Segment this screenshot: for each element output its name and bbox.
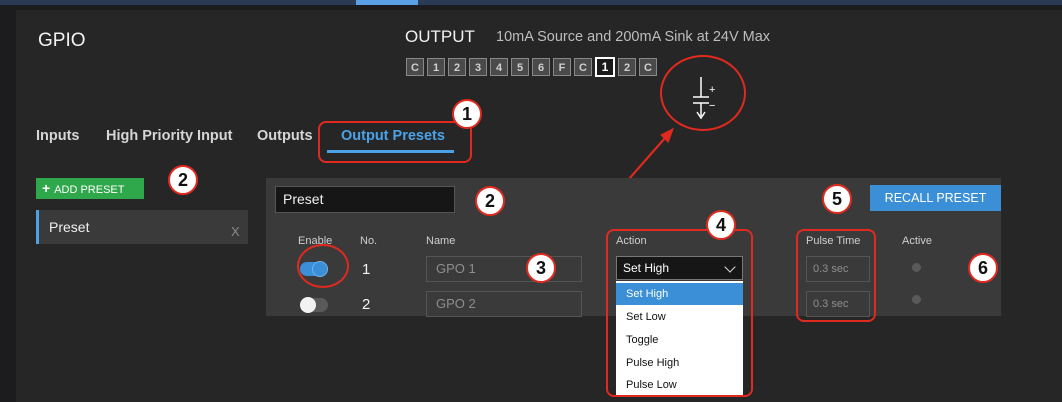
output-polarity-icon [693,77,709,120]
row-number-1: 1 [362,261,371,278]
callout-badge-2-sidebar: 2 [168,165,198,195]
add-preset-label: ADD PRESET [54,184,125,196]
callout-badge-6: 6 [968,253,998,283]
enable-toggle-2[interactable] [300,297,328,313]
callout-ring-action [606,229,753,397]
gpo-name-input-2[interactable]: GPO 2 [426,291,582,317]
add-preset-button[interactable]: + ADD PRESET [36,178,144,199]
active-indicator-1 [912,263,921,272]
tab-inputs[interactable]: Inputs [36,128,80,144]
minus-label: − [709,100,715,112]
plus-label: + [709,84,715,96]
active-indicator-2 [912,295,921,304]
callout-badge-1: 1 [452,99,482,129]
remove-preset-button[interactable]: X [231,224,240,239]
callout-badge-5: 5 [822,184,852,214]
column-no: No. [360,235,378,247]
recall-preset-button[interactable]: RECALL PRESET [870,185,1001,211]
callout-ring-tab [318,121,472,163]
column-active: Active [902,235,932,247]
tab-high-priority-input[interactable]: High Priority Input [106,128,232,144]
column-name: Name [426,235,456,247]
callout-badge-4: 4 [706,210,736,240]
callout-badge-3: 3 [526,253,556,283]
tab-outputs[interactable]: Outputs [257,128,313,144]
toggle-knob [300,297,316,313]
row-number-2: 2 [362,296,371,313]
callout-ring-pulse [796,229,876,322]
gpo-name-input-1[interactable]: GPO 1 [426,256,582,282]
callout-ring-enable [297,244,349,288]
preset-item-label: Preset [49,219,90,235]
preset-name-input[interactable]: Preset [275,186,455,213]
plus-icon: + [42,180,51,196]
sidebar-item-preset[interactable]: Preset X [36,210,248,244]
callout-badge-2-editor: 2 [475,186,505,216]
